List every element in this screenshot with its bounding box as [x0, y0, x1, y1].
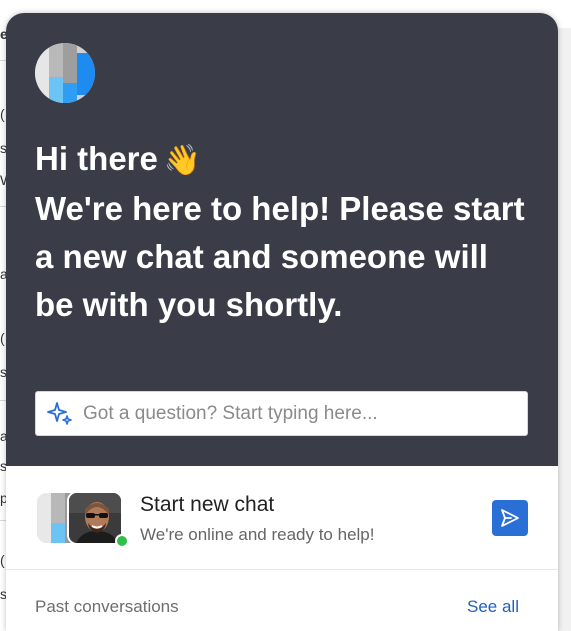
agent-avatar	[67, 491, 123, 545]
sparkle-icon	[47, 401, 72, 425]
past-conversations-title: Past conversations	[35, 597, 179, 616]
question-input-box[interactable]	[35, 391, 528, 436]
agent-avatars	[35, 491, 130, 548]
background-text-fragment: (	[0, 552, 5, 568]
company-logo-icon	[35, 43, 95, 103]
see-all-link[interactable]: See all	[467, 597, 519, 617]
greeting-hi: Hi there	[35, 140, 158, 177]
chat-widget: Hi there 👋 We're here to help! Please sta…	[6, 13, 558, 631]
background-scrollbar[interactable]	[557, 28, 571, 631]
start-chat-title: Start new chat	[140, 493, 275, 516]
start-chat-send-button[interactable]	[492, 500, 528, 536]
background-text-fragment: (	[0, 106, 5, 122]
greeting-heading: Hi there 👋 We're here to help! Please sta…	[35, 135, 535, 329]
background-text-fragment: (	[0, 330, 5, 346]
widget-header: Hi there 👋 We're here to help! Please sta…	[6, 13, 558, 466]
question-input[interactable]	[83, 393, 503, 434]
waving-hand-icon: 👋	[163, 144, 202, 177]
send-icon	[501, 509, 519, 527]
past-conversations-section: Past conversations See all	[6, 570, 558, 631]
online-status-dot	[115, 534, 129, 548]
greeting-line: Hi there 👋	[35, 135, 535, 185]
start-new-chat-row[interactable]: Start new chat We're online and ready to…	[6, 466, 558, 570]
start-chat-subtitle: We're online and ready to help!	[140, 525, 375, 544]
greeting-message: We're here to help! Please start a new c…	[35, 190, 525, 323]
